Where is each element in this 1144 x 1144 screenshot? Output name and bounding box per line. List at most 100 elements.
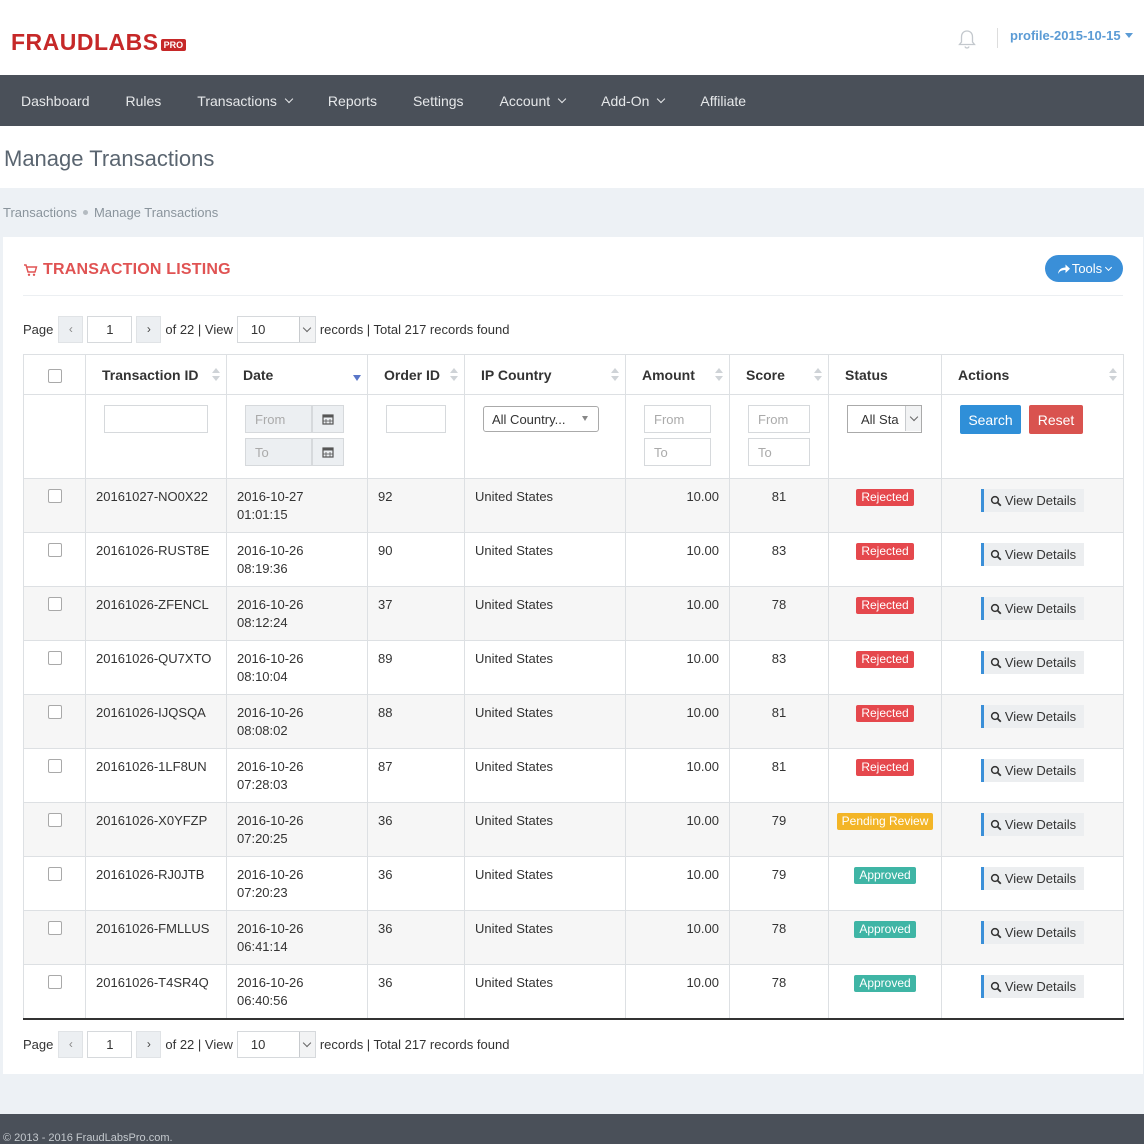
page-number-input[interactable]: 1 [87,1030,133,1058]
transaction-time: 08:19:36 [237,561,288,576]
row-checkbox[interactable] [47,597,62,611]
records-per-page-value: 10 [250,321,266,337]
row-checkbox[interactable] [47,975,62,989]
transaction-id-filter-input[interactable] [104,405,208,433]
top-bar: FRAUDLABS PRO profile-2015-10-15 [0,0,1144,75]
nav-item-settings[interactable]: Settings [395,75,482,126]
next-page-button[interactable]: › [136,1030,162,1058]
amount: 10.00 [686,651,719,666]
order-id-cell: 88 [367,694,465,749]
amount-cell: 10.00 [625,910,730,965]
amount-from-input[interactable]: From [644,405,711,433]
records-per-page-select[interactable]: 10 [236,315,316,343]
table-row: 20161026-T4SR4Q 2016-10-26 06:40:56 36 Unite… [23,964,1124,1020]
nav-item-account[interactable]: Account [482,75,584,126]
row-checkbox[interactable] [47,867,62,881]
view-details-button[interactable]: View Details [980,705,1085,728]
tools-button[interactable]: Tools [1045,255,1123,282]
transaction-id: 20161026-FMLLUS [96,921,210,936]
score-cell: 81 [729,478,829,533]
column-label: Transaction ID [102,366,199,383]
prev-page-button[interactable]: ‹ [58,1030,84,1058]
records-summary: records | Total 217 records found [319,321,510,337]
transaction-id-cell: 20161026-1LF8UN [85,748,227,803]
calendar-icon[interactable] [312,405,344,433]
row-checkbox[interactable] [47,705,62,719]
order-id-cell: 36 [367,964,465,1020]
transaction-time: 06:41:14 [237,939,288,954]
column-header-score[interactable]: Score [729,354,829,395]
view-details-button[interactable]: View Details [980,543,1085,566]
nav-label: Transactions [197,92,277,109]
date-cell: 2016-10-27 01:01:15 [226,478,368,533]
nav-item-dashboard[interactable]: Dashboard [0,75,108,126]
view-details-button[interactable]: View Details [980,759,1085,782]
column-header-date[interactable]: Date [226,354,368,395]
reset-button[interactable]: Reset [1029,405,1083,434]
column-header-amount[interactable]: Amount [625,354,730,395]
next-page-button[interactable]: › [136,315,162,343]
status-badge: Rejected [856,651,914,668]
transaction-id: 20161027-NO0X22 [96,489,209,504]
amount-to-input[interactable]: To [644,438,711,466]
date-from-input[interactable]: From [245,405,312,433]
row-checkbox[interactable] [47,921,62,935]
filter-cell-country: All Country... [464,394,626,479]
order-id: 92 [378,489,393,504]
date-cell: 2016-10-26 07:28:03 [226,748,368,803]
date-to-input[interactable]: To [245,438,312,466]
view-details-button[interactable]: View Details [980,597,1085,620]
score-from-input[interactable]: From [748,405,810,433]
row-select-cell [23,478,86,533]
row-checkbox[interactable] [47,759,62,773]
column-header-ip-country[interactable]: IP Country [464,354,626,395]
view-details-button[interactable]: View Details [980,651,1085,674]
view-details-button[interactable]: View Details [980,921,1085,944]
status-badge: Rejected [856,489,914,506]
row-checkbox[interactable] [47,651,62,665]
transaction-time: 07:20:23 [237,885,288,900]
view-details-button[interactable]: View Details [980,489,1085,512]
prev-page-button[interactable]: ‹ [58,315,84,343]
records-per-page-select[interactable]: 10 [236,1030,316,1058]
calendar-icon[interactable] [312,438,344,466]
select-all-checkbox[interactable] [47,368,62,383]
order-id-filter-input[interactable] [386,405,446,433]
row-checkbox[interactable] [47,813,62,827]
amount: 10.00 [686,543,719,558]
bell-icon[interactable] [956,28,978,50]
view-details-button[interactable]: View Details [980,975,1085,998]
page-number-input[interactable]: 1 [87,315,133,343]
table-row: 20161026-1LF8UN 2016-10-26 07:28:03 87 Unite… [23,748,1124,803]
nav-item-affiliate[interactable]: Affiliate [682,75,764,126]
status-filter-select[interactable]: All Sta [847,405,922,433]
column-header-order-id[interactable]: Order ID [367,354,465,395]
transaction-id-cell: 20161026-RJ0JTB [85,856,227,911]
breadcrumb-item-current: Manage Transactions [93,205,219,220]
nav-item-reports[interactable]: Reports [310,75,395,126]
nav-item-add-on[interactable]: Add-On [583,75,682,126]
view-details-button[interactable]: View Details [980,813,1085,836]
ip-country-cell: United States [464,694,626,749]
actions-cell: View Details [941,964,1124,1020]
transaction-date: 2016-10-26 [237,867,304,882]
view-details-label: View Details [1004,871,1077,886]
score-to-input[interactable]: To [748,438,810,466]
actions-cell: View Details [941,532,1124,587]
search-button[interactable]: Search [960,405,1021,434]
score: 79 [771,867,787,882]
nav-item-transactions[interactable]: Transactions [179,75,310,126]
nav-item-rules[interactable]: Rules [108,75,180,126]
page-label: Page [23,321,54,337]
ip-country-cell: United States [464,478,626,533]
country-filter-select[interactable]: All Country... [483,406,599,432]
column-label: Status [845,366,888,383]
column-header-transaction-id[interactable]: Transaction ID [85,354,227,395]
profile-menu[interactable]: profile-2015-10-15 [1010,28,1133,43]
view-details-button[interactable]: View Details [980,867,1085,890]
transaction-date: 2016-10-26 [237,921,304,936]
fraudlabs-logo[interactable]: FRAUDLABS PRO [11,29,187,55]
row-checkbox[interactable] [47,543,62,557]
row-checkbox[interactable] [47,489,62,503]
breadcrumb-item-transactions[interactable]: Transactions [3,205,77,220]
